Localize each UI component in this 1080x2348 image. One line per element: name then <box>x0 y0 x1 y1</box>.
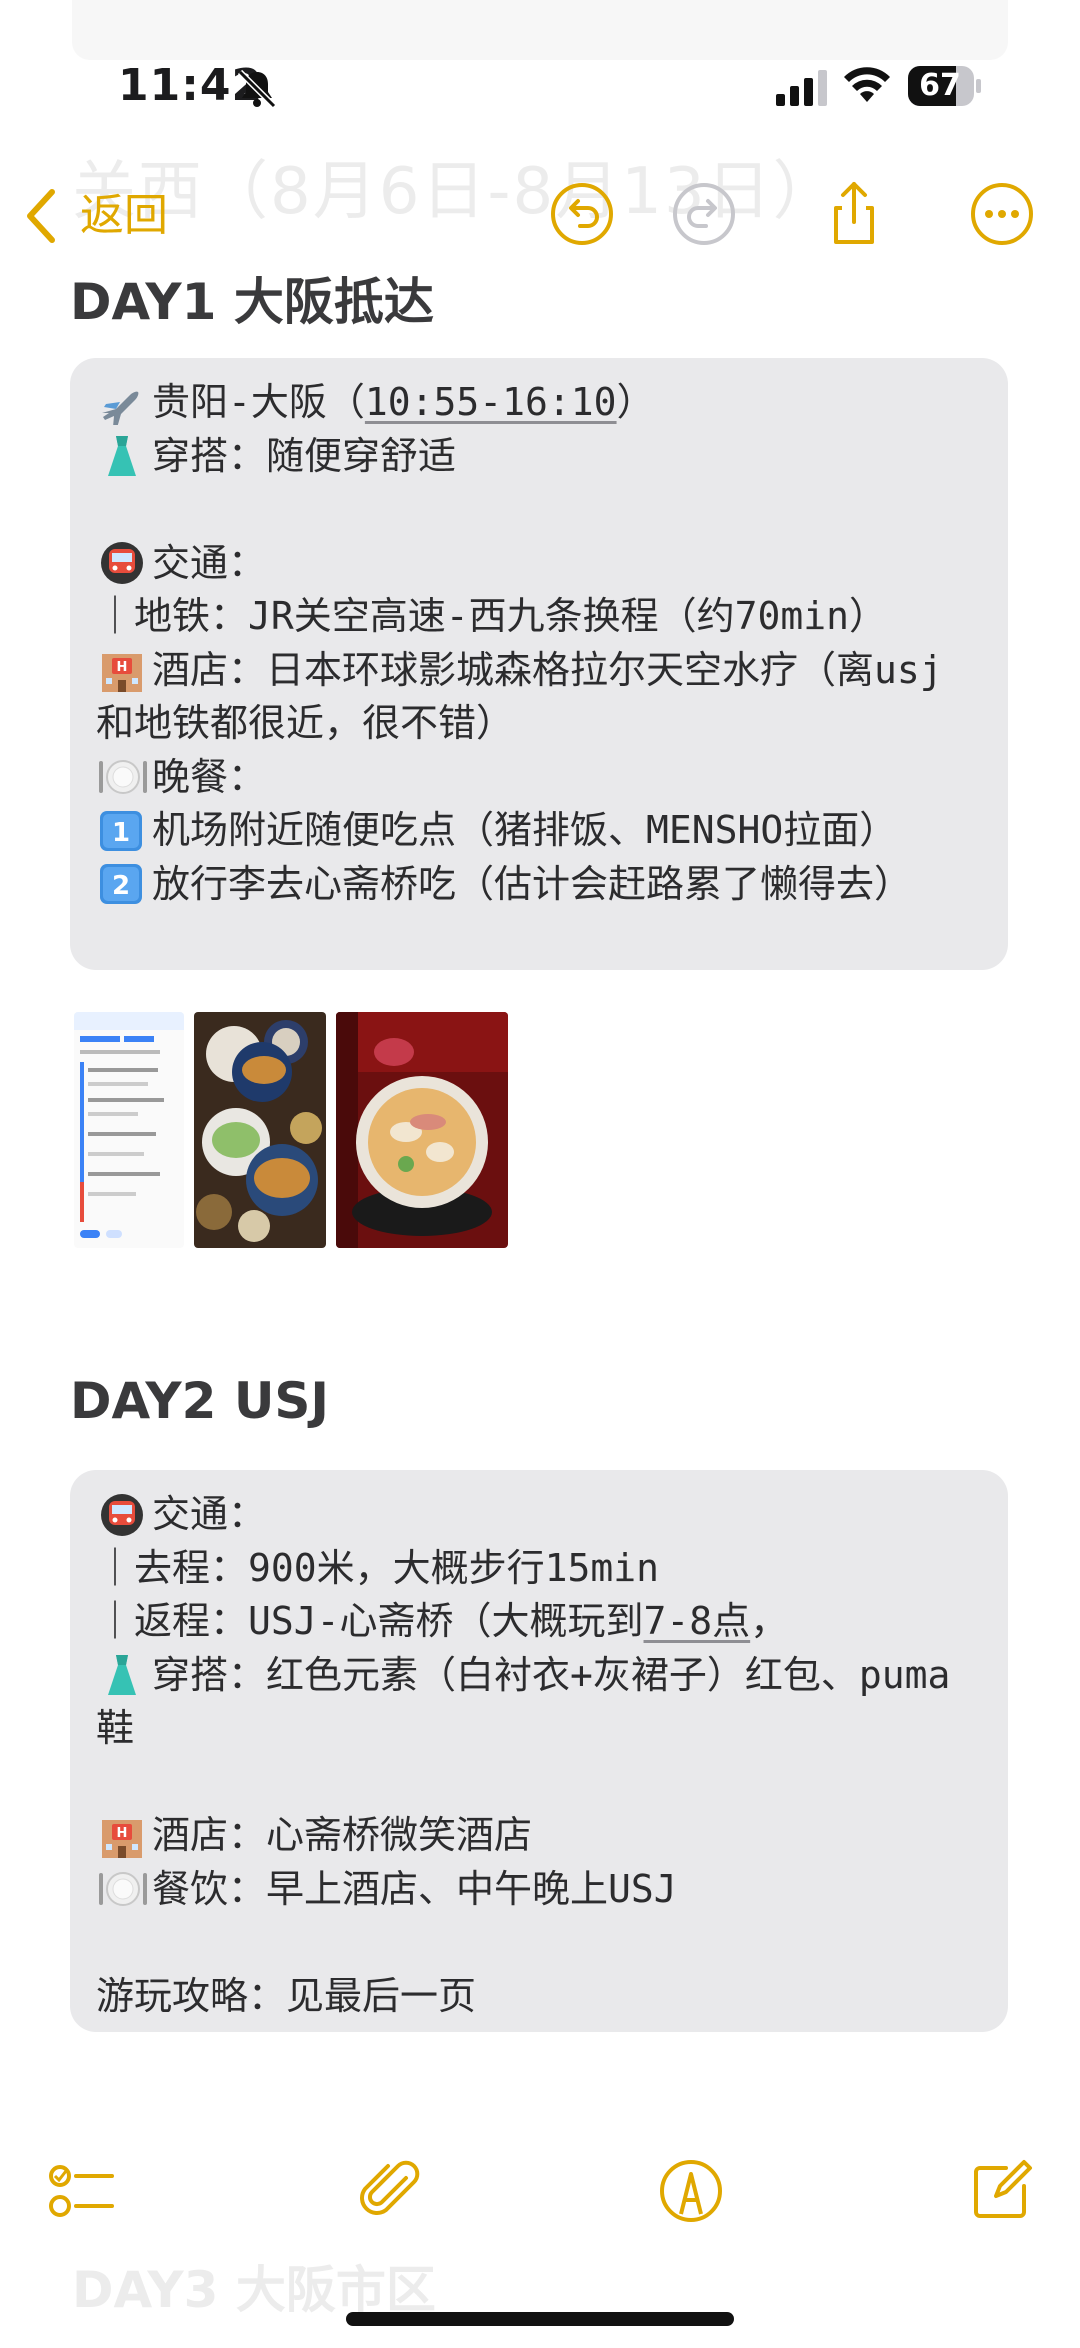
note-line-text: 交通： <box>152 1492 267 1536</box>
day1-card[interactable]: 贵阳-大阪（ 10:55-16:10）穿搭：随便穿舒适 交通： ｜地铁：JR关空高速-… <box>70 358 1008 970</box>
svg-text:H: H <box>117 1826 128 1841</box>
note-line: 交通： <box>96 537 982 591</box>
note-line: 晚餐： <box>96 751 982 805</box>
hotel-icon: H <box>96 1814 148 1858</box>
note-line-text-suffix: ， <box>750 1599 789 1643</box>
note-line-text: 鞋 <box>96 1706 135 1750</box>
note-line-text: 晚餐： <box>152 754 267 799</box>
airplane-icon <box>96 381 148 428</box>
markup-pen-icon[interactable] <box>656 2156 726 2226</box>
checklist-icon[interactable] <box>46 2156 116 2226</box>
dress-icon <box>96 434 148 478</box>
plate-icon <box>96 755 148 799</box>
day2-card[interactable]: 交通： ｜去程：900米，大概步行15min ｜返程：USJ-心斋桥（大概玩到 7-8… <box>70 1470 1008 2032</box>
note-line-text: 和地铁都很近，很不错） <box>96 701 515 745</box>
note-line: 1 机场附近随便吃点（猪排饭、MENSHO拉面） <box>96 804 982 858</box>
compose-icon[interactable] <box>966 2156 1036 2226</box>
note-line <box>96 1756 982 1810</box>
note-line: 游玩攻略：见最后一页 <box>96 1970 982 2024</box>
note-line-text: 放行李去心斋桥吃（估计会赶路累了懒得去） <box>152 861 913 906</box>
svg-text:H: H <box>117 660 128 675</box>
home-indicator[interactable] <box>346 2312 734 2326</box>
keycap-2-icon: 2 <box>96 862 148 906</box>
chevron-left-icon[interactable] <box>22 186 62 246</box>
redo-icon[interactable] <box>668 178 740 250</box>
note-line-text: 游玩攻略：见最后一页 <box>96 1973 477 2018</box>
note-line: 交通： <box>96 1488 982 1542</box>
day2-heading[interactable]: DAY2 USJ <box>70 1372 329 1430</box>
bell-slash-icon <box>234 66 280 112</box>
note-line: 穿搭：随便穿舒适 <box>96 430 982 484</box>
more-options-icon[interactable] <box>966 178 1038 250</box>
note-line-text: 穿搭：红色元素（白衬衣+灰裙子）红包、puma <box>152 1652 951 1697</box>
status-bar: 11:42 67 <box>0 0 1080 150</box>
paperclip-icon[interactable] <box>356 2156 426 2226</box>
thumbnail-ramen[interactable] <box>336 1012 508 1248</box>
svg-text:1: 1 <box>112 818 130 848</box>
note-line: ｜地铁：JR关空高速-西九条换程（约70min） <box>96 590 982 644</box>
note-line: 贵阳-大阪（ 10:55-16:10） <box>96 376 982 430</box>
battery-level: 67 <box>919 68 961 103</box>
note-line-text: 机场附近随便吃点（猪排饭、MENSHO拉面） <box>152 808 898 852</box>
note-line: ｜去程：900米，大概步行15min <box>96 1542 982 1596</box>
note-line: 餐饮：早上酒店、中午晚上USJ <box>96 1863 982 1917</box>
note-line: H 酒店：日本环球影城森格拉尔天空水疗（离usj <box>96 644 982 698</box>
thumbnail-pork-cutlet-meal[interactable] <box>194 1012 326 1248</box>
plate-icon <box>96 1867 148 1911</box>
note-line-text: ｜去程：900米，大概步行15min <box>96 1545 660 1590</box>
note-line: H 酒店：心斋桥微笑酒店 <box>96 1809 982 1863</box>
detected-link-text[interactable]: 7-8点 <box>644 1595 751 1649</box>
dress-icon <box>96 1653 148 1697</box>
note-line <box>96 1916 982 1970</box>
note-line-text: 交通： <box>152 540 267 585</box>
note-line: 和地铁都很近，很不错） <box>96 697 982 751</box>
note-line-text: 穿搭：随便穿舒适 <box>152 433 457 478</box>
note-line: ｜返程：USJ-心斋桥（大概玩到 7-8点， <box>96 1595 982 1649</box>
note-line: 鞋 <box>96 1702 982 1756</box>
note-line <box>96 483 982 537</box>
note-line-text: ｜返程：USJ-心斋桥（大概玩到 <box>96 1599 644 1643</box>
note-line-text-suffix: ） <box>616 380 655 424</box>
back-button[interactable]: 返回 <box>80 186 168 246</box>
wifi-icon <box>842 64 892 104</box>
cellular-signal-icon <box>776 68 828 106</box>
day1-heading[interactable]: DAY1 大阪抵达 <box>70 262 434 334</box>
share-icon[interactable] <box>818 178 890 250</box>
svg-text:2: 2 <box>112 871 130 901</box>
train-icon <box>96 541 148 585</box>
note-line-text: 酒店：日本环球影城森格拉尔天空水疗（离usj <box>152 647 943 692</box>
train-icon <box>96 1493 148 1537</box>
undo-icon[interactable] <box>546 178 618 250</box>
note-line-text: 餐饮：早上酒店、中午晚上USJ <box>152 1866 677 1911</box>
detected-link-text[interactable]: 10:55-16:10 <box>365 376 617 430</box>
hotel-icon: H <box>96 648 148 693</box>
note-line: 穿搭：红色元素（白衬衣+灰裙子）红包、puma <box>96 1649 982 1703</box>
note-line: 2 放行李去心斋桥吃（估计会赶路累了懒得去） <box>96 858 982 912</box>
navigation-bar: 返回 <box>0 160 1080 270</box>
note-line-text: 酒店：心斋桥微笑酒店 <box>152 1813 533 1857</box>
note-line-text: 贵阳-大阪（ <box>152 380 365 424</box>
keycap-1-icon: 1 <box>96 809 148 853</box>
thumbnail-route-screenshot[interactable] <box>74 1012 184 1248</box>
note-line-text: ｜地铁：JR关空高速-西九条换程（约70min） <box>96 594 888 638</box>
